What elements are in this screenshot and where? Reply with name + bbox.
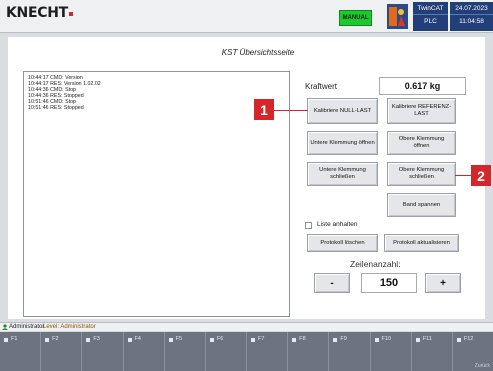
line-count-value: 150 bbox=[361, 273, 417, 293]
increase-lines-button[interactable]: + bbox=[425, 273, 461, 293]
lower-clamp-close-button[interactable]: Untere Klemmung schließen bbox=[307, 162, 378, 186]
callout-marker-1: 1 bbox=[254, 99, 274, 120]
fkey-f8[interactable]: F8 bbox=[288, 332, 330, 371]
fkey-f11[interactable]: F11 bbox=[412, 332, 453, 371]
fkey-f2[interactable]: F2 bbox=[41, 332, 83, 371]
back-label: Zurück bbox=[474, 363, 491, 369]
app-window: KNECHT MANUAL TwinCAT PLC 24.07.2023 11:… bbox=[0, 0, 493, 371]
lower-clamp-open-button[interactable]: Untere Klemmung öffnen bbox=[307, 131, 378, 155]
user-icon bbox=[2, 324, 8, 330]
status-bar: Administrator Level: Administrator bbox=[0, 322, 493, 331]
fkey-f3[interactable]: F3 bbox=[82, 332, 124, 371]
fkey-f10[interactable]: F10 bbox=[371, 332, 412, 371]
page-title: KST Übersichtsseite bbox=[221, 48, 295, 57]
function-key-bar: F1 F2 F3 F4 F5 F6 F7 F8 F9 F10 F11 F12 Zu… bbox=[0, 332, 493, 371]
line-count-label: Zeilenanzahl: bbox=[350, 259, 401, 269]
fkey-f12[interactable]: F12 Zurück bbox=[453, 332, 493, 371]
twincat-icon bbox=[387, 4, 408, 29]
kraftwert-label: Kraftwert bbox=[305, 82, 338, 91]
log-line: 10:51:46 RES: Stopped bbox=[28, 105, 84, 111]
decrease-lines-button[interactable]: - bbox=[314, 273, 350, 293]
fkey-f1[interactable]: F1 bbox=[0, 332, 42, 371]
callout-line-2 bbox=[455, 175, 471, 176]
pause-list-checkbox[interactable] bbox=[305, 222, 312, 229]
fkey-f7[interactable]: F7 bbox=[247, 332, 289, 371]
knecht-logo: KNECHT bbox=[6, 5, 73, 21]
twincat-status: TwinCAT PLC bbox=[413, 2, 448, 31]
datetime-display: 24.07.2023 11:04:58 bbox=[450, 2, 493, 31]
band-tension-button[interactable]: Band spannen bbox=[387, 193, 456, 217]
fkey-f9[interactable]: F9 bbox=[329, 332, 371, 371]
refresh-protocol-button[interactable]: Protokoll aktualisieren bbox=[384, 234, 459, 252]
header-bar: KNECHT MANUAL TwinCAT PLC 24.07.2023 11:… bbox=[0, 0, 493, 33]
user-level: Level: Administrator bbox=[43, 324, 96, 330]
delete-protocol-button[interactable]: Protokoll löschen bbox=[307, 234, 378, 252]
callout-line-1 bbox=[274, 110, 308, 111]
callout-marker-2: 2 bbox=[471, 165, 491, 186]
upper-clamp-close-button[interactable]: Obere Klemmung schließen bbox=[387, 162, 456, 186]
pause-list-label: Liste anhalten bbox=[317, 221, 358, 228]
user-name: Administrator bbox=[9, 324, 45, 330]
upper-clamp-open-button[interactable]: Obere Klemmung öffnen bbox=[387, 131, 456, 155]
fkey-f5[interactable]: F5 bbox=[165, 332, 206, 371]
fkey-f4[interactable]: F4 bbox=[124, 332, 165, 371]
fkey-f6[interactable]: F6 bbox=[206, 332, 248, 371]
kraftwert-value: 0.617 kg bbox=[379, 77, 466, 95]
main-panel: KST Übersichtsseite 10:44:17 CMD: Versio… bbox=[8, 37, 485, 319]
mode-badge: MANUAL bbox=[339, 10, 372, 26]
protocol-log[interactable]: 10:44:17 CMD: Version 10:44:17 RES: Vers… bbox=[23, 71, 290, 317]
calibrate-zero-button[interactable]: Kalibriere NULL-LAST bbox=[307, 98, 378, 124]
calibrate-reference-button[interactable]: Kalibriere REFERENZ-LAST bbox=[387, 98, 456, 124]
